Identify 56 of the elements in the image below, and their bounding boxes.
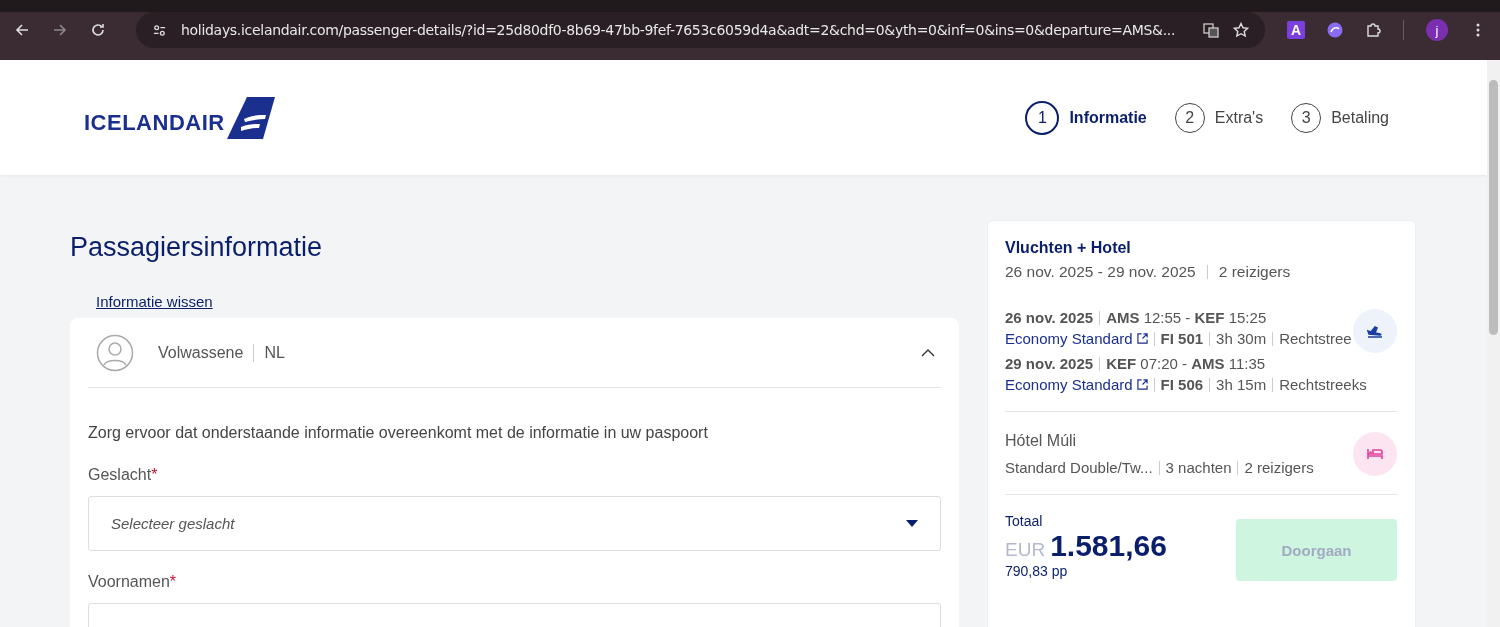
room-type: Standard Double/Tw... (1005, 459, 1153, 476)
flight-date: 29 nov. 2025 (1005, 355, 1094, 372)
site-settings-icon[interactable] (152, 22, 167, 38)
progress-step: 3 Betaling (1291, 100, 1389, 135)
extension-icon[interactable]: A (1287, 21, 1305, 39)
translate-icon[interactable] (1203, 22, 1219, 38)
url-text: holidays.icelandair.com/passenger-details/?id=25d80df0-8b69-47bb-9fef-7653c6059d4a&adt=2&chd=0&yth=0&inf=0&ins=0&departure=AMS&... (181, 22, 1177, 38)
gender-select[interactable]: Selecteer geslacht (88, 496, 941, 551)
field-label: Geslacht* (88, 466, 159, 484)
flight-route: KEF 07:20 - AMS 11:35 (1106, 355, 1266, 372)
scrollbar[interactable] (1487, 60, 1500, 627)
caret-icon (906, 520, 918, 527)
external-link-icon (1136, 379, 1148, 390)
plane-icon (1353, 309, 1397, 353)
puzzle-icon[interactable] (1365, 22, 1381, 38)
passenger-type: Volwassene (158, 343, 244, 362)
chevron-up-icon[interactable] (921, 348, 935, 357)
fare-link[interactable]: Economy Standard (1005, 376, 1148, 393)
total-price: 1.581,66 (1050, 529, 1167, 563)
external-link-icon (1136, 333, 1148, 344)
clear-information-link[interactable]: Informatie wissen (96, 293, 959, 310)
back-icon[interactable] (14, 22, 30, 38)
flight-date: 26 nov. 2025 (1005, 309, 1094, 326)
traveller-count: 2 reizigers (1244, 459, 1314, 476)
user-icon (96, 333, 134, 372)
logo-tail-icon (226, 96, 275, 139)
flight-number: FI 506 (1160, 376, 1204, 393)
currency-code: EUR (1005, 539, 1046, 561)
flight-duration: 3h 30m (1216, 330, 1267, 347)
travel-dates: 26 nov. 2025 - 29 nov. 2025 (1005, 263, 1196, 281)
star-icon[interactable] (1233, 22, 1249, 38)
field-label: Voornamen* (88, 573, 178, 591)
flight-type: Rechtstree (1279, 330, 1352, 347)
traveller-count: 2 reizigers (1218, 263, 1291, 281)
passenger-nationality: NL (264, 343, 285, 362)
address-bar[interactable]: holidays.icelandair.com/passenger-details/?id=25d80df0-8b69-47bb-9fef-7653c6059d4a&adt=2&chd=0&yth=0&inf=0&ins=0&departure=AMS&... (136, 12, 1265, 48)
progress-step: 2 Extra's (1174, 100, 1264, 135)
flight-route: AMS 12:55 - KEF 15:25 (1106, 309, 1267, 326)
package-title: Vluchten + Hotel (1005, 239, 1132, 257)
bed-icon (1353, 432, 1397, 476)
passport-notice: Zorg ervoor dat onderstaande informatie overeenkomt met de informatie in uw paspoort (88, 424, 709, 442)
hotel-name: Hótel Múli (1005, 432, 1078, 450)
total-label: Totaal (1005, 513, 1044, 529)
profile-avatar[interactable]: j (1426, 19, 1448, 41)
extension-icon[interactable] (1327, 22, 1343, 38)
nights-count: 3 nachten (1165, 459, 1232, 476)
page-title: Passagiersinformatie (70, 232, 324, 263)
flight-duration: 3h 15m (1216, 376, 1267, 393)
forward-icon[interactable] (52, 22, 68, 38)
price-per-person: 790,83 pp (1005, 563, 1069, 579)
fare-link[interactable]: Economy Standard (1005, 330, 1148, 347)
flight-number: FI 501 (1160, 330, 1204, 347)
flight-type: Rechtstreeks (1279, 376, 1367, 393)
progress-step: 1 Informatie (1025, 100, 1147, 135)
logo-wordmark[interactable]: ICELANDAIR (84, 109, 225, 136)
reload-icon[interactable] (90, 22, 106, 38)
